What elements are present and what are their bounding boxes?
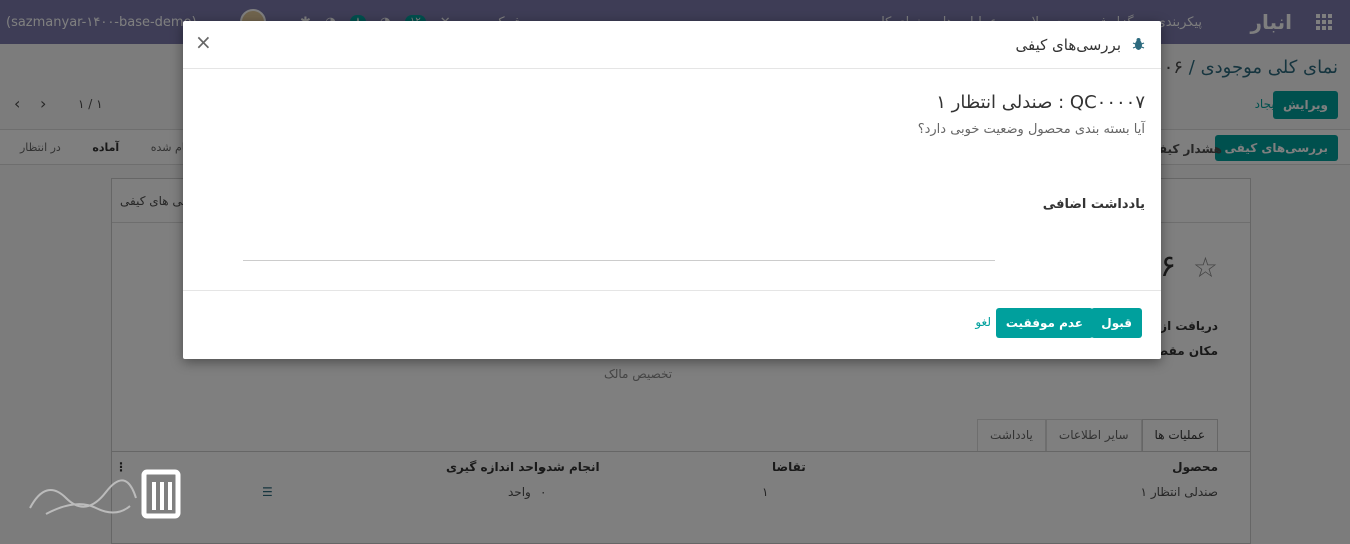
quality-check-dialog: بررسی‌های کیفی × صندلی انتظار ۱ : QC۰۰۰۰…	[183, 21, 1161, 359]
close-icon[interactable]: ×	[195, 30, 212, 54]
dialog-header: بررسی‌های کیفی ×	[183, 21, 1161, 69]
additional-note-label: یادداشت اضافی	[1042, 197, 1145, 212]
check-question: آیا بسته بندی محصول وضعیت خوبی دارد؟	[917, 122, 1145, 137]
dialog-footer: قبول عدم موفقیت لغو	[183, 290, 1161, 359]
cancel-button[interactable]: لغو	[975, 315, 991, 329]
bug-icon	[1132, 38, 1145, 50]
fail-button[interactable]: عدم موفقیت	[995, 308, 1093, 338]
dialog-body: صندلی انتظار ۱ : QC۰۰۰۰۷ آیا بسته بندی م…	[183, 69, 1161, 291]
check-title: صندلی انتظار ۱ : QC۰۰۰۰۷	[936, 92, 1145, 113]
additional-note-input[interactable]	[243, 235, 995, 261]
accept-button[interactable]: قبول	[1091, 308, 1142, 338]
watermark-logo	[29, 469, 181, 519]
dialog-title: بررسی‌های کیفی	[1015, 36, 1121, 54]
